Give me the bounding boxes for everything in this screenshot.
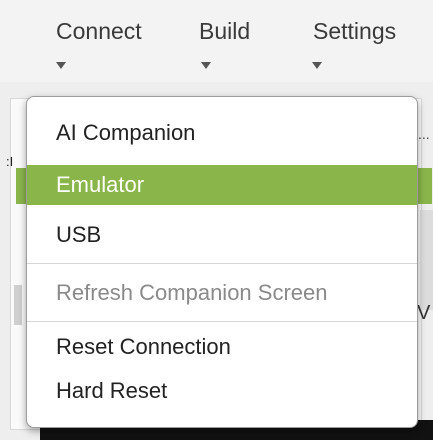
connect-dropdown: AI Companion Emulator USB Refresh Compan…	[26, 96, 418, 428]
background-gray-block	[420, 210, 433, 310]
menu-item-hard-reset[interactable]: Hard Reset	[27, 371, 417, 411]
menu-item-refresh-companion-screen: Refresh Companion Screen	[27, 273, 417, 313]
menu-settings[interactable]: Settings	[312, 18, 396, 69]
background-letter: V	[417, 302, 431, 324]
menu-build[interactable]: Build	[199, 18, 250, 69]
background-text-fragment: :I	[6, 154, 14, 169]
chevron-down-icon	[201, 62, 211, 69]
menu-item-emulator[interactable]: Emulator	[27, 165, 417, 205]
menu-connect-label[interactable]: Connect	[56, 18, 142, 44]
menubar: Connect Build Settings	[0, 0, 433, 80]
menu-item-label: AI Companion	[56, 120, 196, 145]
menu-item-label: USB	[56, 222, 102, 247]
menu-settings-label[interactable]: Settings	[313, 18, 396, 44]
chevron-down-icon	[312, 62, 322, 69]
chevron-down-icon	[56, 62, 66, 69]
menu-item-label: Emulator	[56, 172, 145, 197]
menu-item-label: Refresh Companion Screen	[56, 280, 328, 305]
menu-build-label[interactable]: Build	[199, 18, 250, 44]
menu-divider	[27, 321, 417, 322]
menu-item-label: Reset Connection	[56, 334, 231, 359]
background-ellipsis: ...	[418, 126, 430, 142]
menu-connect[interactable]: Connect	[56, 18, 142, 69]
background-gray-block-left	[14, 285, 22, 325]
menu-item-ai-companion[interactable]: AI Companion	[27, 113, 417, 153]
background-selected-strip-right	[418, 168, 432, 204]
menu-divider	[27, 263, 417, 264]
menu-item-reset-connection[interactable]: Reset Connection	[27, 327, 417, 367]
menu-item-label: Hard Reset	[56, 378, 168, 403]
menu-item-usb[interactable]: USB	[27, 215, 417, 255]
